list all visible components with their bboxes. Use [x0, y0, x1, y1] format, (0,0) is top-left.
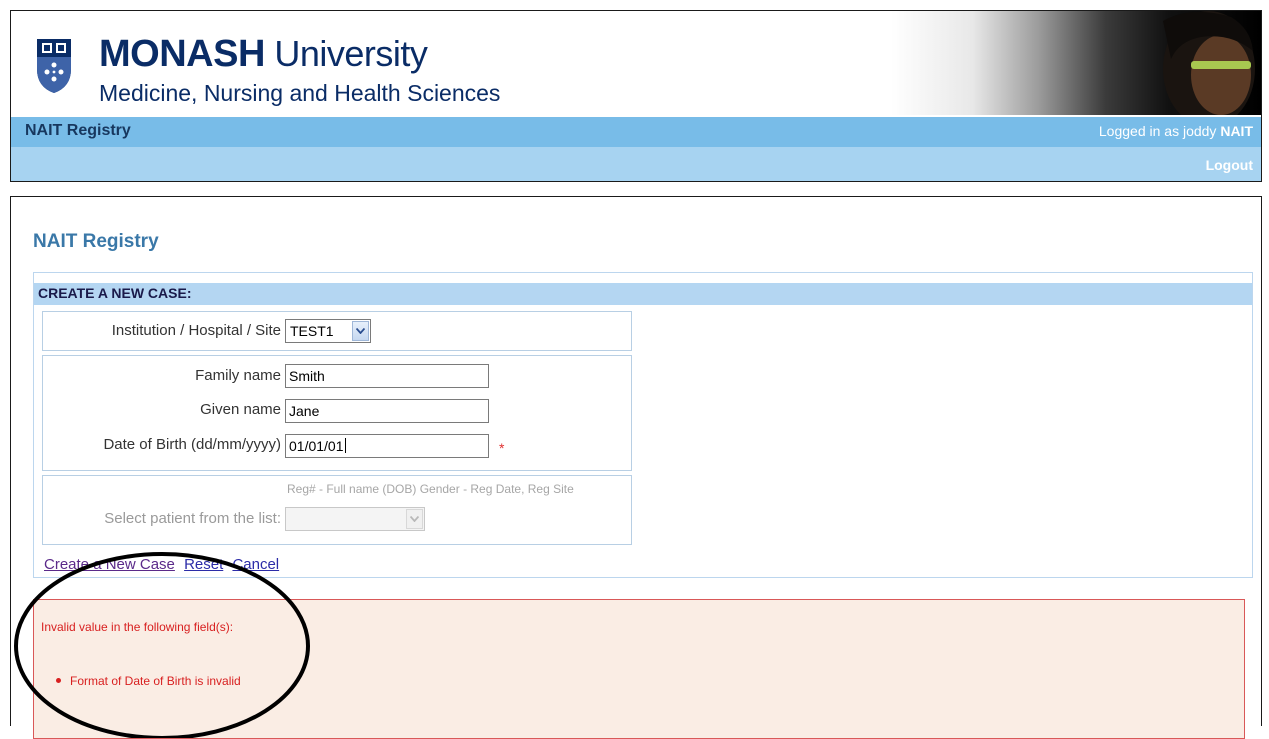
logout-link[interactable]: Logout	[1206, 157, 1253, 173]
university-crest-icon	[37, 39, 71, 93]
form-heading-bar: CREATE A NEW CASE:	[34, 283, 1252, 305]
form-heading: CREATE A NEW CASE:	[38, 285, 192, 301]
chevron-down-icon[interactable]	[352, 321, 369, 341]
student-portrait-image	[1163, 11, 1255, 127]
text-cursor	[344, 438, 346, 453]
patient-select-label: Select patient from the list:	[104, 510, 281, 527]
patient-list-hint: Reg# - Full name (DOB) Gender - Reg Date…	[287, 482, 574, 496]
given-name-label: Given name	[200, 401, 281, 418]
patient-select-section: Reg# - Full name (DOB) Gender - Reg Date…	[42, 475, 632, 545]
nav-band: NAIT Registry Logged in as joddy NAIT	[11, 117, 1261, 147]
dob-input[interactable]: 01/01/01	[285, 434, 489, 458]
logged-in-status: Logged in as joddy NAIT	[1098, 123, 1253, 139]
create-case-form: CREATE A NEW CASE: Institution / Hospita…	[33, 272, 1253, 578]
required-marker: *	[499, 440, 505, 456]
brand-name: MONASH University	[99, 33, 428, 75]
site-section: Institution / Hospital / Site TEST1	[42, 311, 632, 351]
header-photo	[891, 11, 1261, 127]
page-title: NAIT Registry	[33, 231, 159, 252]
family-name-label: Family name	[195, 367, 281, 384]
dob-label: Date of Birth (dd/mm/yyyy)	[103, 436, 281, 453]
patient-select[interactable]	[285, 507, 425, 531]
sub-nav-band: Logout	[11, 147, 1261, 181]
given-name-input[interactable]: Jane	[285, 399, 489, 423]
annotation-ellipse	[14, 552, 310, 738]
brand-text: MONASH University Medicine, Nursing and …	[99, 35, 500, 107]
site-select-value: TEST1	[290, 323, 334, 339]
chevron-down-icon[interactable]	[406, 509, 423, 529]
family-name-input[interactable]: Smith	[285, 364, 489, 388]
site-select[interactable]: TEST1	[285, 319, 371, 343]
brand-subtitle: Medicine, Nursing and Health Sciences	[99, 80, 501, 106]
patient-details-section: Family name Smith Given name Jane Date o…	[42, 355, 632, 471]
site-header: MONASH University Medicine, Nursing and …	[10, 10, 1262, 182]
registry-title[interactable]: NAIT Registry	[25, 122, 131, 140]
site-label: Institution / Hospital / Site	[111, 322, 281, 339]
